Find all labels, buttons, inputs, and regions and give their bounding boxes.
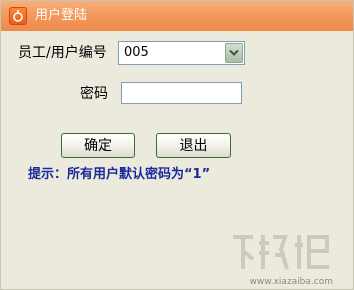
password-label: 密码 xyxy=(80,86,108,102)
password-hint: 提示：所有用户默认密码为“1” xyxy=(28,167,211,182)
dropdown-button[interactable] xyxy=(225,43,243,63)
user-id-select[interactable]: 005 xyxy=(118,41,245,65)
user-id-label: 员工/用户编号 xyxy=(18,45,107,61)
exit-button[interactable]: 退出 xyxy=(156,133,231,158)
ok-button[interactable]: 确定 xyxy=(61,133,135,158)
chevron-down-icon xyxy=(229,49,239,56)
user-id-value: 005 xyxy=(124,45,149,60)
password-field[interactable] xyxy=(121,82,242,104)
app-icon xyxy=(9,7,27,25)
watermark-logo xyxy=(229,229,339,279)
title-bar[interactable]: 用户登陆 xyxy=(1,1,353,31)
watermark-url: www.xiazaiba.com xyxy=(249,277,333,287)
login-window: 用户登陆 员工/用户编号 005 密码 确定 退出 提示：所有用户默认密码为“1… xyxy=(0,0,354,290)
window-title: 用户登陆 xyxy=(35,8,88,23)
